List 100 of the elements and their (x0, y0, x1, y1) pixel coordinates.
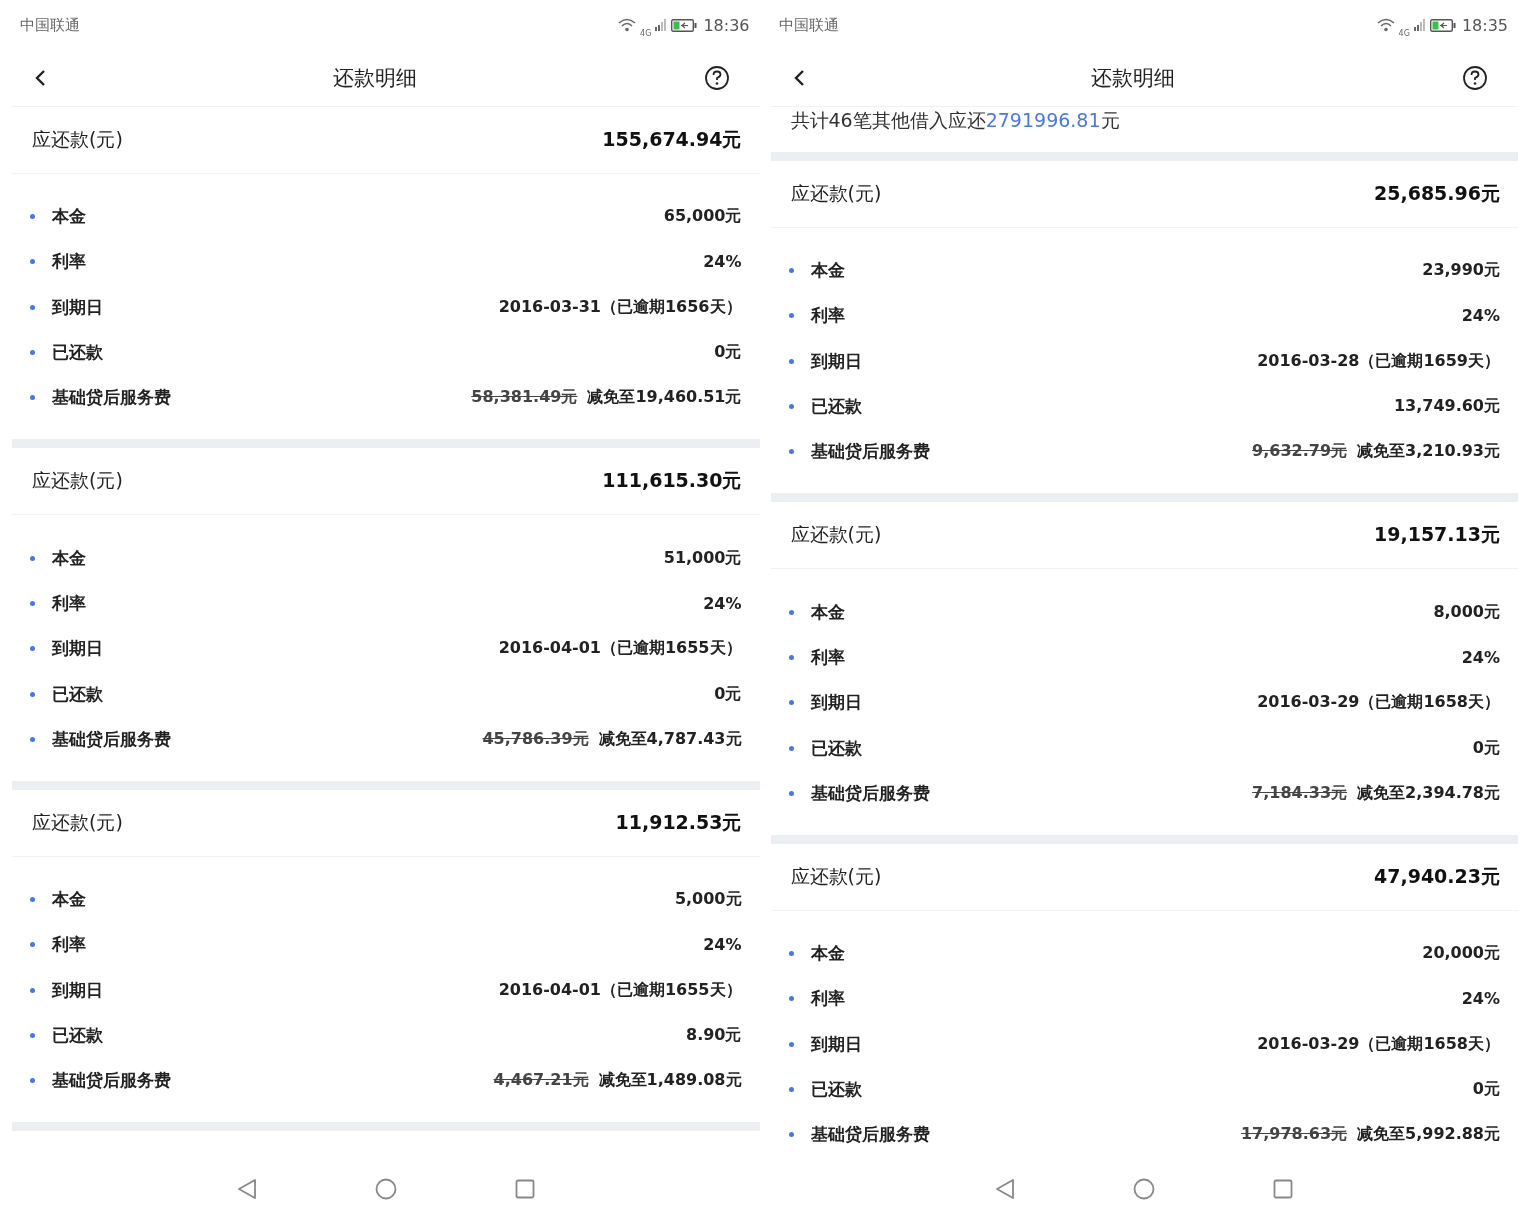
amount-due-value: 47,940.23元 (1374, 863, 1500, 889)
original-fee: 7,184.33元 (1252, 782, 1348, 804)
detail-label: 本金 (52, 546, 86, 570)
detail-value: 减免至2,394.78元 (1357, 782, 1500, 804)
original-fee: 17,978.63元 (1240, 1124, 1348, 1146)
amount-due-value: 19,157.13元 (1374, 522, 1500, 548)
original-fee: 9,632.79元 (1252, 441, 1348, 463)
detail-label: 已还款 (810, 736, 862, 760)
detail-value: 0元 (714, 683, 742, 705)
detail-value: 13,749.60元 (1393, 396, 1500, 418)
bullet-icon (788, 268, 794, 274)
bullet-icon (30, 395, 35, 401)
detail-label: 基础贷后服务费 (810, 1123, 930, 1147)
detail-label: 本金 (810, 259, 845, 283)
recents-square-icon[interactable] (514, 1179, 535, 1199)
summary-text: 共计46笔其他借入应还2791996.81元 (789, 108, 1121, 133)
original-fee: 4,467.21元 (493, 1070, 589, 1092)
bullet-icon (788, 654, 794, 660)
amount-due-value: 25,685.96元 (1374, 181, 1500, 206)
bullet-icon (30, 304, 35, 310)
detail-value: 24% (1461, 647, 1500, 667)
page-title: 还款明细 (332, 65, 417, 92)
bullet-icon (30, 1033, 35, 1038)
detail-label: 基础贷后服务费 (810, 781, 930, 805)
bullet-icon (30, 214, 35, 220)
detail-value: 51,000元 (663, 547, 742, 569)
detail-label: 本金 (52, 205, 86, 229)
detail-value: 2016-03-29（已逾期1658天） (1257, 1033, 1500, 1055)
bullet-icon (30, 942, 35, 948)
bullet-icon (788, 1087, 794, 1092)
clock-time: 18:36 (703, 15, 750, 35)
bullet-icon (788, 745, 794, 751)
help-icon[interactable] (1462, 65, 1488, 91)
amount-due-value: 111,615.30元 (602, 468, 742, 494)
detail-label: 利率 (810, 645, 845, 669)
detail-value: 5,000元 (674, 889, 742, 911)
network-label: 4G (640, 28, 652, 38)
detail-value: 24% (703, 593, 742, 613)
detail-value: 减免至4,787.43元 (598, 728, 742, 750)
detail-label: 已还款 (810, 395, 862, 419)
bullet-icon (30, 555, 35, 561)
amount-due-label: 应还款(元) (790, 181, 882, 206)
detail-value: 2016-04-01（已逾期1655天） (498, 638, 742, 660)
detail-label: 到期日 (810, 349, 862, 373)
clock-time: 18:35 (1461, 15, 1508, 35)
back-triangle-icon[interactable] (236, 1178, 257, 1200)
detail-value: 23,990元 (1422, 260, 1500, 282)
detail-value: 0元 (1472, 1079, 1500, 1100)
detail-label: 已还款 (52, 682, 103, 706)
detail-value: 减免至5,992.88元 (1357, 1124, 1500, 1146)
carrier-name: 中国联通 (778, 15, 839, 35)
bullet-icon (788, 313, 794, 319)
recents-square-icon[interactable] (1273, 1179, 1294, 1199)
detail-value: 24% (703, 252, 742, 272)
original-fee: 58,381.49元 (471, 387, 578, 409)
detail-label: 到期日 (810, 691, 862, 715)
detail-label: 利率 (52, 250, 86, 274)
carrier-name: 中国联通 (20, 15, 80, 35)
bullet-icon (30, 987, 35, 993)
detail-label: 到期日 (52, 295, 103, 319)
bullet-icon (30, 600, 35, 606)
back-triangle-icon[interactable] (995, 1178, 1016, 1200)
amount-due-label: 应还款(元) (790, 522, 882, 548)
detail-label: 基础贷后服务费 (52, 386, 171, 410)
back-icon[interactable] (34, 69, 46, 87)
signal-icon (655, 19, 668, 31)
detail-label: 已还款 (52, 1024, 103, 1047)
detail-value: 24% (1461, 989, 1500, 1009)
home-circle-icon[interactable] (1133, 1178, 1156, 1200)
detail-value: 0元 (714, 342, 742, 364)
detail-label: 利率 (810, 987, 845, 1011)
detail-value: 65,000元 (663, 206, 742, 228)
amount-due-value: 11,912.53元 (615, 809, 742, 835)
detail-label: 利率 (52, 933, 86, 957)
detail-label: 利率 (810, 304, 845, 328)
bullet-icon (788, 700, 794, 706)
detail-label: 已还款 (52, 341, 103, 365)
detail-value: 减免至19,460.51元 (587, 387, 742, 409)
home-circle-icon[interactable] (374, 1178, 397, 1200)
bullet-icon (788, 449, 794, 455)
original-fee: 45,786.39元 (482, 728, 589, 750)
amount-due-value: 155,674.94元 (602, 127, 742, 152)
bullet-icon (30, 691, 35, 697)
amount-due-label: 应还款(元) (32, 468, 123, 494)
help-icon[interactable] (703, 65, 730, 91)
amount-due-label: 应还款(元) (790, 863, 882, 889)
bullet-icon (30, 350, 35, 356)
bullet-icon (788, 1132, 794, 1138)
detail-label: 基础贷后服务费 (52, 1069, 171, 1093)
detail-label: 本金 (810, 600, 845, 624)
bullet-icon (788, 790, 794, 796)
battery-icon (1429, 18, 1456, 32)
bullet-icon (788, 951, 794, 957)
back-icon[interactable] (792, 69, 805, 87)
network-label: 4G (1398, 28, 1410, 38)
detail-label: 本金 (52, 888, 86, 912)
detail-value: 24% (1461, 306, 1500, 326)
amount-due-label: 应还款(元) (32, 127, 123, 152)
detail-label: 已还款 (810, 1078, 862, 1101)
detail-value: 2016-04-01（已逾期1655天） (498, 979, 742, 1001)
